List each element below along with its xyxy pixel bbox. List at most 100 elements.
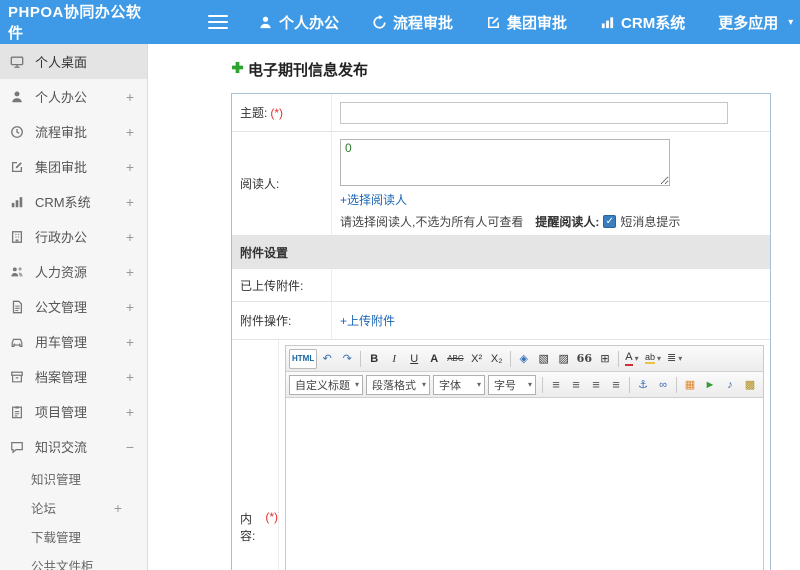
paragraph-format-select[interactable]: 段落格式 ▾ (366, 374, 430, 395)
subject-input[interactable] (340, 101, 728, 124)
insert-media-button[interactable]: ► (700, 375, 720, 395)
expand-toggle[interactable]: + (111, 500, 125, 516)
sidebar-item-crm-system[interactable]: CRM系统 + (0, 184, 147, 219)
sidebar-item-label: 公文管理 (35, 300, 88, 315)
sidebar-item-workflow-approval[interactable]: 流程审批 + (0, 114, 147, 149)
insert-image-button[interactable]: ▦ (680, 375, 700, 395)
expand-toggle[interactable]: + (123, 159, 137, 175)
insert-music-button[interactable]: ♪ (720, 375, 740, 395)
expand-toggle[interactable]: + (123, 369, 137, 385)
expand-toggle[interactable]: + (123, 89, 137, 105)
strikethrough-button[interactable]: ABC (444, 349, 466, 369)
align-center-button[interactable]: ≡ (566, 375, 586, 395)
nav-more-apps[interactable]: 更多应用 ▾ (718, 12, 793, 33)
highlight-color-button[interactable]: ab ▾ (642, 349, 664, 369)
content-label: 内容: (*) (232, 340, 279, 570)
align-justify-button[interactable]: ≡ (606, 375, 626, 395)
list-style-button[interactable]: ≣ ▾ (664, 349, 685, 369)
nav-label: CRM系统 (621, 14, 686, 32)
sidebar-item-public-file-cabinet[interactable]: 公共文件柜 (0, 551, 147, 570)
clipboard-icon (10, 405, 30, 419)
sidebar-item-label: 知识管理 (31, 473, 82, 487)
upload-attachment-link[interactable]: +上传附件 (340, 312, 395, 329)
add-icon (231, 61, 244, 79)
sidebar-item-knowledge-exchange[interactable]: 知识交流 − (0, 429, 147, 464)
label-text: 阅读人: (240, 177, 280, 191)
uploaded-label: 已上传附件: (232, 269, 332, 301)
toolbar-separator (676, 376, 677, 393)
fill-color-button[interactable]: ▨ (554, 349, 574, 369)
bold-button[interactable]: B (364, 349, 384, 369)
expand-toggle[interactable]: + (123, 299, 137, 315)
form-row-subject: 主题: (*) (232, 94, 770, 132)
link-button[interactable]: ∞ (653, 375, 673, 395)
content-field-cell: HTML ↶ ↷ B I U A ABC X² X₂ ◈ ▧ ▨ 66 ⊞ A … (279, 340, 770, 570)
sidebar-item-project-mgmt[interactable]: 项目管理 + (0, 394, 147, 429)
sms-checkbox[interactable]: ✓ (603, 215, 617, 228)
sidebar-item-label: 知识交流 (35, 440, 88, 455)
section-header-text: 附件设置 (240, 245, 289, 260)
uploaded-field-cell (332, 269, 770, 301)
expand-toggle[interactable]: + (123, 229, 137, 245)
undo-button[interactable]: ↶ (317, 349, 337, 369)
nav-personal-office[interactable]: 个人办公 (258, 12, 339, 33)
sidebar-item-forum[interactable]: 论坛 + (0, 493, 147, 522)
font-style-button[interactable]: A (424, 349, 444, 369)
nav-workflow-approval[interactable]: 流程审批 (372, 12, 453, 33)
attachment-op-field-cell: +上传附件 (332, 302, 770, 339)
sidebar-item-personal-desktop[interactable]: 个人桌面 (0, 44, 147, 79)
menu-toggle-icon[interactable] (208, 14, 228, 30)
sidebar-item-knowledge-mgmt[interactable]: 知识管理 (0, 464, 147, 493)
collapse-toggle[interactable]: − (123, 439, 137, 455)
sidebar-item-hr[interactable]: 人力资源 + (0, 254, 147, 289)
readers-textarea[interactable]: 0 (340, 139, 670, 186)
align-left-button[interactable]: ≡ (546, 375, 566, 395)
nav-group-approval[interactable]: 集团审批 (486, 12, 567, 33)
subscript-button[interactable]: X₂ (487, 349, 507, 369)
label-text: 附件操作: (240, 314, 292, 328)
superscript-button[interactable]: X² (467, 349, 487, 369)
heading-select[interactable]: 自定义标题 ▾ (289, 374, 363, 395)
toolbar-separator (542, 376, 543, 393)
choose-readers-link[interactable]: +选择阅读人 (340, 191, 407, 208)
font-size-select[interactable]: 字号 ▾ (488, 374, 536, 395)
refresh-icon (372, 14, 387, 30)
nav-crm-system[interactable]: CRM系统 (600, 12, 685, 33)
underline-button[interactable]: U (404, 349, 424, 369)
expand-toggle[interactable]: + (123, 264, 137, 280)
expand-toggle[interactable]: + (123, 194, 137, 210)
anchor-button[interactable]: ⚓ (633, 375, 653, 395)
font-family-select[interactable]: 字体 ▾ (433, 374, 485, 395)
label-text: 已上传附件: (240, 278, 304, 293)
sidebar-item-archive-mgmt[interactable]: 档案管理 + (0, 359, 147, 394)
toolbar-separator (629, 376, 630, 393)
insert-table-button[interactable]: ⊞ (595, 349, 615, 369)
italic-button[interactable]: I (384, 349, 404, 369)
chevron-down-icon: ▾ (788, 16, 794, 28)
html-source-button[interactable]: HTML (289, 348, 318, 369)
sidebar-item-admin-office[interactable]: 行政办公 + (0, 219, 147, 254)
sidebar-item-label: 公共文件柜 (31, 560, 94, 570)
font-color-button[interactable]: A ▾ (622, 349, 642, 369)
select-value: 字号 (494, 379, 516, 392)
label-text: 内容: (240, 512, 256, 543)
expand-toggle[interactable]: + (123, 124, 137, 140)
expand-toggle[interactable]: + (123, 404, 137, 420)
sidebar-item-download-mgmt[interactable]: 下载管理 (0, 522, 147, 551)
eraser-button[interactable]: ◈ (514, 349, 534, 369)
sidebar-item-vehicle-mgmt[interactable]: 用车管理 + (0, 324, 147, 359)
page-title: 电子期刊信息发布 (248, 62, 369, 79)
redo-button[interactable]: ↷ (337, 349, 357, 369)
sidebar-item-label: 用车管理 (35, 335, 88, 350)
blockquote-button[interactable]: 66 (574, 349, 595, 369)
insert-map-button[interactable]: ▩ (740, 375, 760, 395)
sidebar-item-document-mgmt[interactable]: 公文管理 + (0, 289, 147, 324)
sidebar-item-personal-office[interactable]: 个人办公 + (0, 79, 147, 114)
editor-content-area[interactable] (286, 398, 763, 570)
align-right-button[interactable]: ≡ (586, 375, 606, 395)
expand-toggle[interactable]: + (123, 334, 137, 350)
editor-toolbar-row1: HTML ↶ ↷ B I U A ABC X² X₂ ◈ ▧ ▨ 66 ⊞ A … (286, 346, 763, 372)
sidebar-item-group-approval[interactable]: 集团审批 + (0, 149, 147, 184)
nav-label: 个人办公 (279, 14, 340, 32)
format-painter-button[interactable]: ▧ (534, 349, 554, 369)
